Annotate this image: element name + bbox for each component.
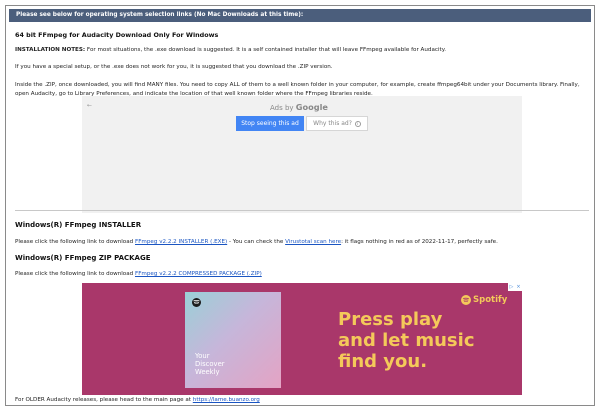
spotify-brand-name: Spotify [473,295,508,305]
google-ad-placeholder: ← Ads by Google Stop seeing this ad Why … [82,96,522,213]
google-logo-text: Google [295,102,328,112]
why-this-ad-button[interactable]: Why this ad? i [306,116,368,131]
ads-by-text: Ads by [270,104,296,112]
album-caption-line: Weekly [195,368,220,376]
spotify-ad-headline: Press play and let music find you. [338,309,518,372]
installer-download-link[interactable]: FFmpeg v2.2.2 INSTALLER (.EXE) [135,239,227,245]
zip-download-link[interactable]: FFmpeg v2.2.2 COMPRESSED PACKAGE (.ZIP) [135,271,262,277]
headline-line: Press play [338,309,443,330]
older-releases-text: For OLDER Audacity releases, please head… [15,397,193,403]
page-frame: Please see below for operating system se… [5,5,595,406]
installer-download-line: Please click the following link to downl… [15,239,498,245]
installer-text-mid: - You can check the [227,239,286,245]
section-divider [15,210,589,211]
why-this-ad-label: Why this ad? [313,120,352,127]
installation-notes-label: INSTALLATION NOTES: [15,47,86,53]
headline-line: find you. [338,351,428,372]
close-ad-icon[interactable]: × [516,283,520,291]
ad-choices-controls: ▷ × [508,283,522,291]
installer-heading: Windows(R) FFmpeg INSTALLER [15,221,142,229]
spotify-logo: Spotify [461,295,507,305]
discover-weekly-album-art: Your Discover Weekly [185,292,281,388]
spotify-mini-logo-icon [192,298,201,307]
album-caption: Your Discover Weekly [195,352,255,376]
album-caption-line: Discover [195,360,225,368]
older-releases-note: For OLDER Audacity releases, please head… [15,397,260,403]
zip-heading: Windows(R) FFmpeg ZIP PACKAGE [15,254,151,262]
headline-line: and let music [338,330,475,351]
zip-text-before: Please click the following link to downl… [15,271,135,277]
info-icon: i [354,120,361,127]
os-selection-banner: Please see below for operating system se… [9,9,591,22]
section-title-64bit: 64 bit FFmpeg for Audacity Download Only… [15,31,219,39]
special-setup-note: If you have a special setup, or the .exe… [15,64,333,70]
stop-seeing-ad-button[interactable]: Stop seeing this ad [236,116,304,131]
installer-text-before: Please click the following link to downl… [15,239,135,245]
ads-by-google-label: Ads by Google [270,102,328,112]
installation-notes-text: For most situations, the .exe download i… [85,47,446,53]
spotify-icon [461,295,471,305]
installation-notes: INSTALLATION NOTES: For most situations,… [15,47,446,53]
album-caption-line: Your [195,352,210,360]
lame-buanzo-link[interactable]: https://lame.buanzo.org [193,397,260,403]
back-arrow-icon[interactable]: ← [87,102,92,109]
zip-download-line: Please click the following link to downl… [15,271,262,277]
spotify-ad-banner[interactable]: ▷ × Your Discover Weekly Spotify Press p… [82,283,522,395]
virustotal-scan-link[interactable]: Virustotal scan here [285,239,341,245]
adchoices-icon[interactable]: ▷ [509,283,513,291]
installer-text-after: : it flags nothing in red as of 2022-11-… [341,239,498,245]
